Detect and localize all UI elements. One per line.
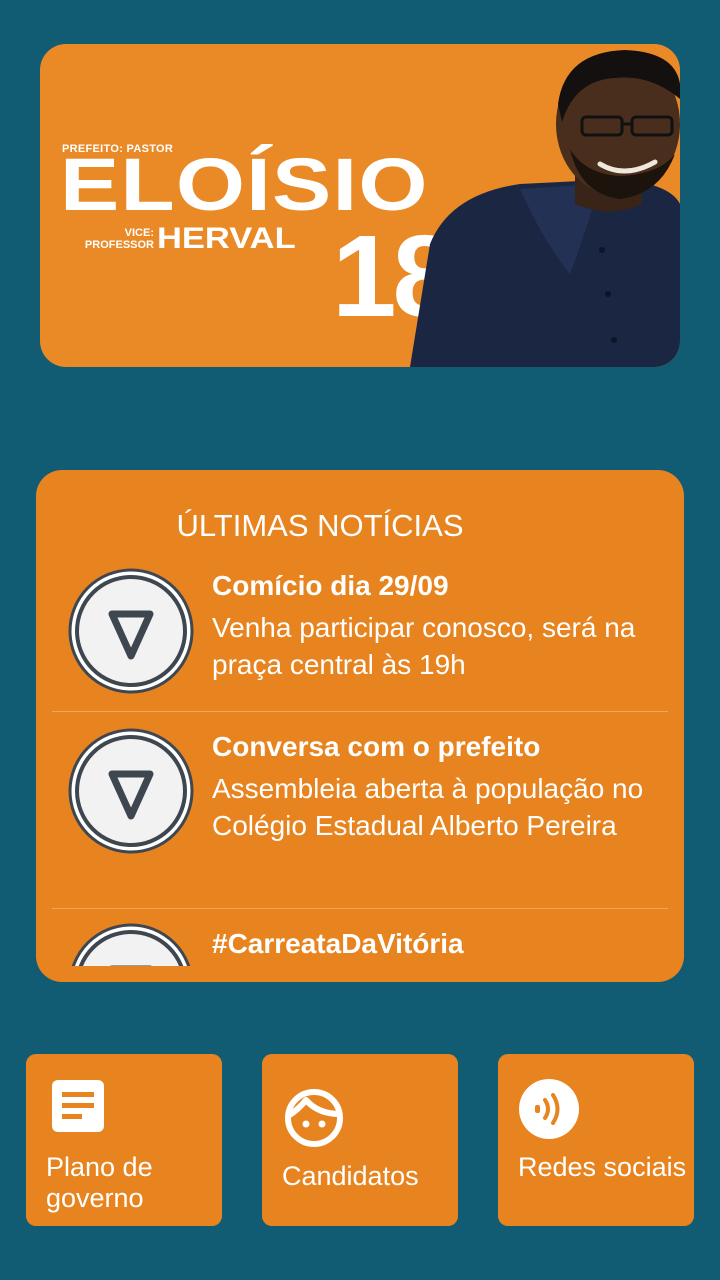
vice-label-line2: PROFESSOR (84, 238, 154, 251)
news-list[interactable]: Comício dia 29/09 Venha participar conos… (52, 563, 668, 966)
v-logo-icon (71, 923, 191, 966)
tile-redes-sociais[interactable]: Redes sociais (498, 1054, 694, 1226)
campaign-banner: PREFEITO: PASTOR ELOÍSIO VICE: PROFESSOR… (40, 44, 680, 367)
news-item-heading: Comício dia 29/09 (212, 570, 449, 601)
tile-plano-de-governo[interactable]: Plano de governo (26, 1054, 222, 1226)
tile-candidatos[interactable]: Candidatos (262, 1054, 458, 1226)
v-logo-icon (68, 728, 194, 854)
news-item[interactable]: Comício dia 29/09 Venha participar conos… (52, 563, 668, 712)
document-icon (52, 1080, 104, 1132)
news-item[interactable]: Conversa com o prefeito Assembleia abert… (52, 712, 668, 909)
candidate-photo (410, 50, 680, 367)
news-item-heading: #CarreataDaVitória (212, 928, 464, 959)
news-item-body: Assembleia aberta à população no Colégio… (212, 773, 644, 841)
tile-label: Plano de governo (46, 1152, 153, 1213)
news-item-body: Venha participar conosco, será na praça … (212, 612, 636, 680)
face-icon (285, 1089, 343, 1147)
news-card: ÚLTIMAS NOTÍCIAS Comício dia 29/09 Venha… (36, 470, 684, 982)
news-item[interactable]: #CarreataDaVitória (52, 909, 668, 966)
news-section-title: ÚLTIMAS NOTÍCIAS (176, 508, 464, 543)
news-item-heading: Conversa com o prefeito (212, 731, 541, 762)
v-logo-icon (68, 568, 194, 694)
vice-name: HERVAL (157, 222, 296, 255)
vice-label-line1: VICE: (124, 227, 154, 239)
tile-label: Redes sociais (518, 1152, 687, 1182)
tile-label: Candidatos (282, 1161, 419, 1191)
broadcast-icon (519, 1079, 579, 1139)
vice-label: VICE: PROFESSOR (62, 227, 154, 251)
